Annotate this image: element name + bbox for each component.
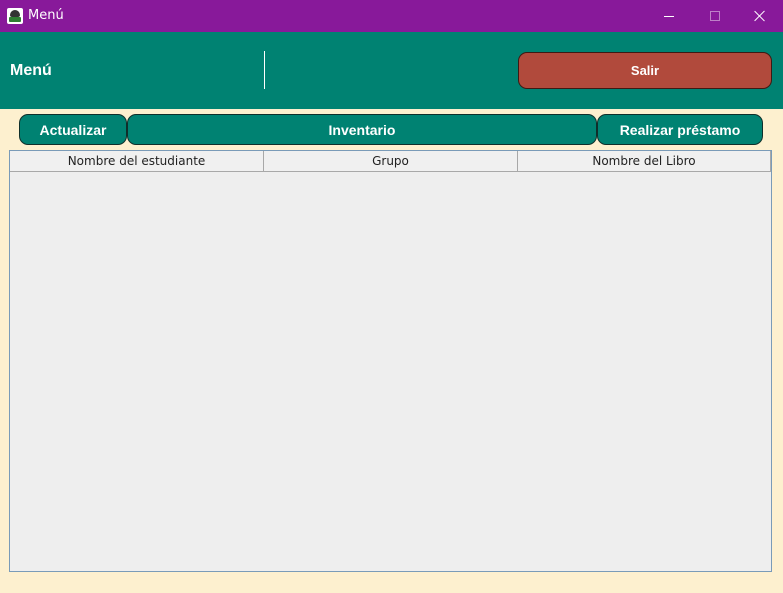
maximize-button[interactable] <box>692 0 738 32</box>
maximize-icon <box>710 11 720 21</box>
exit-button[interactable]: Salir <box>518 52 772 89</box>
column-header-group[interactable]: Grupo <box>264 151 518 172</box>
table-body[interactable] <box>10 172 771 571</box>
page-title: Menú <box>10 62 52 79</box>
loans-table[interactable]: Nombre del estudiante Grupo Nombre del L… <box>9 150 772 572</box>
column-header-student-name[interactable]: Nombre del estudiante <box>10 151 264 172</box>
column-header-book-name[interactable]: Nombre del Libro <box>518 151 771 172</box>
window-title: Menú <box>28 8 64 23</box>
title-bar[interactable]: Menú <box>0 0 783 32</box>
header-divider <box>264 51 265 89</box>
header-bar: Menú Salir <box>0 32 783 109</box>
inventory-button[interactable]: Inventario <box>127 114 597 145</box>
update-button[interactable]: Actualizar <box>19 114 127 145</box>
close-icon <box>754 10 766 22</box>
close-button[interactable] <box>737 0 783 32</box>
app-icon <box>7 8 23 24</box>
minimize-button[interactable] <box>646 0 692 32</box>
main-window: Menú Menú Salir Actualizar Inventario Re… <box>0 0 783 593</box>
make-loan-button[interactable]: Realizar préstamo <box>597 114 763 145</box>
minimize-icon <box>664 15 674 17</box>
table-header: Nombre del estudiante Grupo Nombre del L… <box>10 151 771 172</box>
